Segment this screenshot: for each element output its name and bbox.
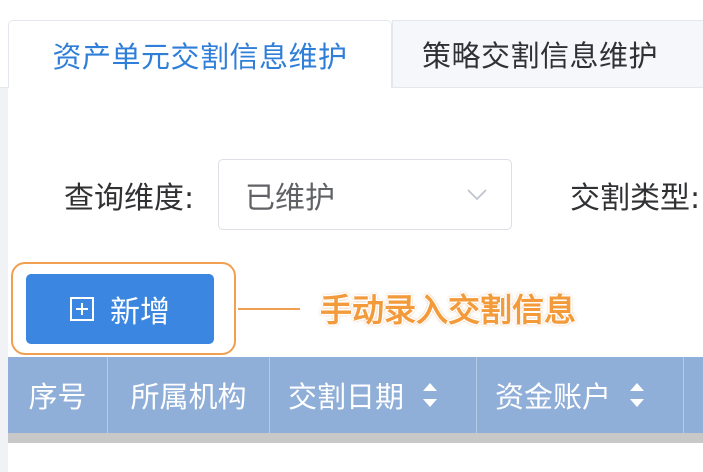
- plus-square-icon: [70, 297, 94, 321]
- select-value: 已维护: [245, 181, 335, 216]
- sort-icon[interactable]: [422, 383, 438, 407]
- add-button[interactable]: 新增: [26, 274, 214, 344]
- delivery-type-label: 交割类型:: [570, 181, 701, 216]
- column-label: 交割日期: [288, 380, 405, 414]
- column-header-index[interactable]: 序号: [8, 357, 108, 433]
- horizontal-scrollbar[interactable]: [8, 433, 703, 443]
- sort-icon[interactable]: [629, 383, 645, 407]
- tab-bar: 资产单元交割信息维护 策略交割信息维护: [0, 0, 703, 88]
- column-header-delivery-date[interactable]: 交割日期: [270, 357, 477, 433]
- chevron-down-icon: [467, 189, 487, 201]
- column-label: 所属机构: [130, 380, 247, 414]
- annotation-connector: [238, 308, 300, 310]
- tab-label: 资产单元交割信息维护: [52, 39, 348, 74]
- tab-strategy-delivery[interactable]: 策略交割信息维护: [392, 20, 703, 87]
- tab-asset-unit-delivery[interactable]: 资产单元交割信息维护: [8, 20, 392, 88]
- add-button-label: 新增: [110, 295, 170, 330]
- column-header-fund-account[interactable]: 资金账户: [477, 357, 684, 433]
- query-dimension-label: 查询维度:: [64, 181, 195, 216]
- column-label: 序号: [28, 380, 87, 414]
- column-header-next[interactable]: [684, 357, 703, 433]
- query-dimension-select[interactable]: 已维护: [218, 159, 512, 230]
- content-left-edge: [0, 88, 8, 472]
- column-label: 资金账户: [495, 380, 612, 414]
- table-header: 序号 所属机构 交割日期 资金账户: [8, 357, 703, 433]
- column-header-org[interactable]: 所属机构: [108, 357, 270, 433]
- tab-label: 策略交割信息维护: [421, 39, 658, 73]
- annotation-callout: 手动录入交割信息: [320, 291, 577, 329]
